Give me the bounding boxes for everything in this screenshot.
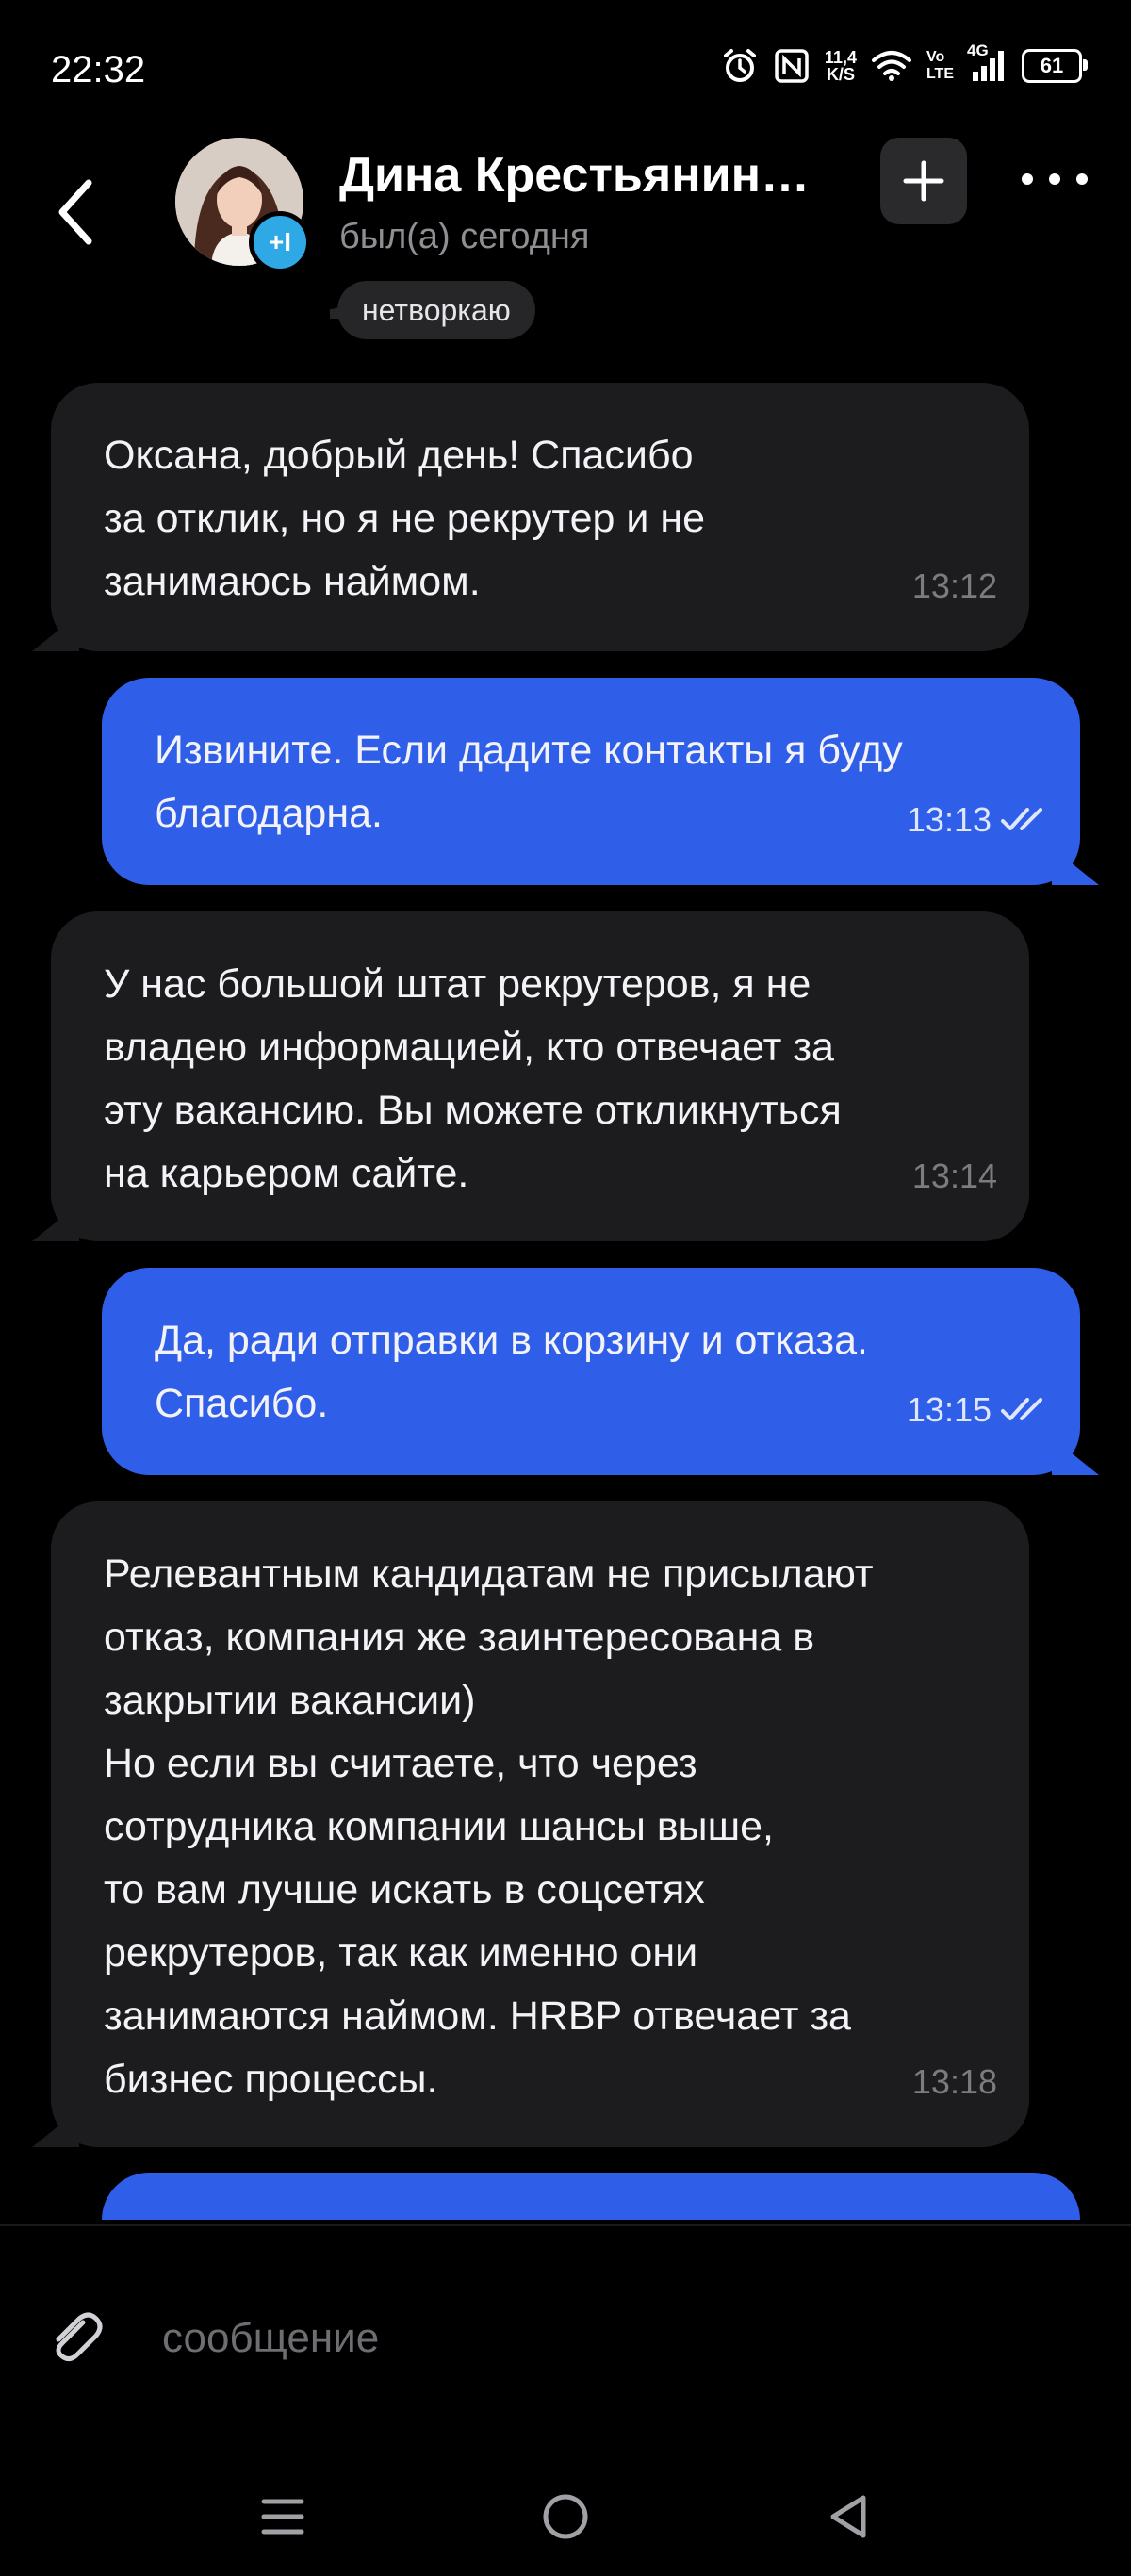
add-contact-badge[interactable]: +I xyxy=(249,211,311,273)
contact-status: был(а) сегодня xyxy=(339,217,590,256)
incoming-message[interactable]: У нас большой штат рекрутеров, я не влад… xyxy=(51,911,1029,1241)
chat-header: +I Дина Крестьянин… был(а) сегодня нетво… xyxy=(0,132,1131,349)
network-speed-unit: K/S xyxy=(826,65,855,84)
wifi-icon xyxy=(871,50,911,82)
message-input[interactable] xyxy=(160,2300,1012,2377)
nav-back-button[interactable] xyxy=(811,2479,886,2554)
nav-menu-button[interactable] xyxy=(245,2479,320,2554)
contact-name[interactable]: Дина Крестьянин… xyxy=(339,147,829,204)
message-text: Да, ради отправки в корзину и отказа. Сп… xyxy=(155,1318,868,1426)
message-text: Оксана, добрый день! Спасибо за отклик, … xyxy=(104,433,705,604)
status-icons: 11,4 K/S Vo LTE 4G 61 xyxy=(721,41,1088,85)
nav-home-button[interactable] xyxy=(528,2479,603,2554)
back-triangle-icon xyxy=(830,2495,866,2538)
contact-tag: нетворкаю xyxy=(337,281,535,339)
more-button[interactable] xyxy=(1022,158,1088,200)
volte-top: Vo xyxy=(926,49,945,65)
home-circle-icon xyxy=(543,2494,588,2539)
nfc-icon xyxy=(774,48,810,84)
status-time: 22:32 xyxy=(51,49,146,90)
menu-icon xyxy=(261,2499,304,2535)
alarm-icon xyxy=(721,47,759,85)
more-horizontal-icon xyxy=(1022,173,1033,185)
paperclip-icon xyxy=(56,2312,103,2362)
message-text: У нас большой штат рекрутеров, я не влад… xyxy=(104,961,842,1196)
volte-indicator: Vo LTE xyxy=(926,49,954,83)
message-text: Релевантным кандидатам не присылают отка… xyxy=(104,1551,874,2102)
add-button[interactable] xyxy=(880,138,967,224)
battery-indicator: 61 xyxy=(1022,49,1088,83)
system-nav-bar xyxy=(0,2451,1131,2576)
message-time: 13:15 xyxy=(907,1378,1052,1441)
incoming-message[interactable]: Оксана, добрый день! Спасибо за отклик, … xyxy=(51,383,1029,651)
chevron-left-icon xyxy=(58,179,92,245)
double-check-icon xyxy=(1001,807,1042,830)
incoming-message[interactable]: Релевантным кандидатам не присылают отка… xyxy=(51,1501,1029,2147)
message-list[interactable]: Оксана, добрый день! Спасибо за отклик, … xyxy=(0,377,1131,2220)
message-text: Извините. Если дадите контакты я буду бл… xyxy=(155,728,903,836)
network-speed-value: 11,4 xyxy=(824,48,857,67)
status-bar: 22:32 11,4 K/S Vo LTE 4G 61 xyxy=(0,0,1131,141)
attach-button[interactable] xyxy=(41,2302,109,2370)
message-time: 13:13 xyxy=(907,788,1052,851)
outgoing-message[interactable]: Да, ради отправки в корзину и отказа. Сп… xyxy=(102,1268,1080,1475)
message-time: 13:18 xyxy=(911,2062,997,2101)
message-time: 13:12 xyxy=(911,566,997,605)
outgoing-message[interactable] xyxy=(102,2173,1080,2220)
cell-signal-icon: 4G xyxy=(967,41,1007,83)
double-check-icon xyxy=(1001,1397,1042,1420)
volte-bottom: LTE xyxy=(926,66,954,82)
network-speed: 11,4 K/S xyxy=(825,49,857,83)
plus-icon xyxy=(903,160,944,202)
signal-label: 4G xyxy=(967,41,989,59)
back-button[interactable] xyxy=(47,170,104,254)
message-time: 13:14 xyxy=(911,1157,997,1195)
composer xyxy=(0,2224,1131,2415)
outgoing-message[interactable]: Извините. Если дадите контакты я буду бл… xyxy=(102,678,1080,885)
